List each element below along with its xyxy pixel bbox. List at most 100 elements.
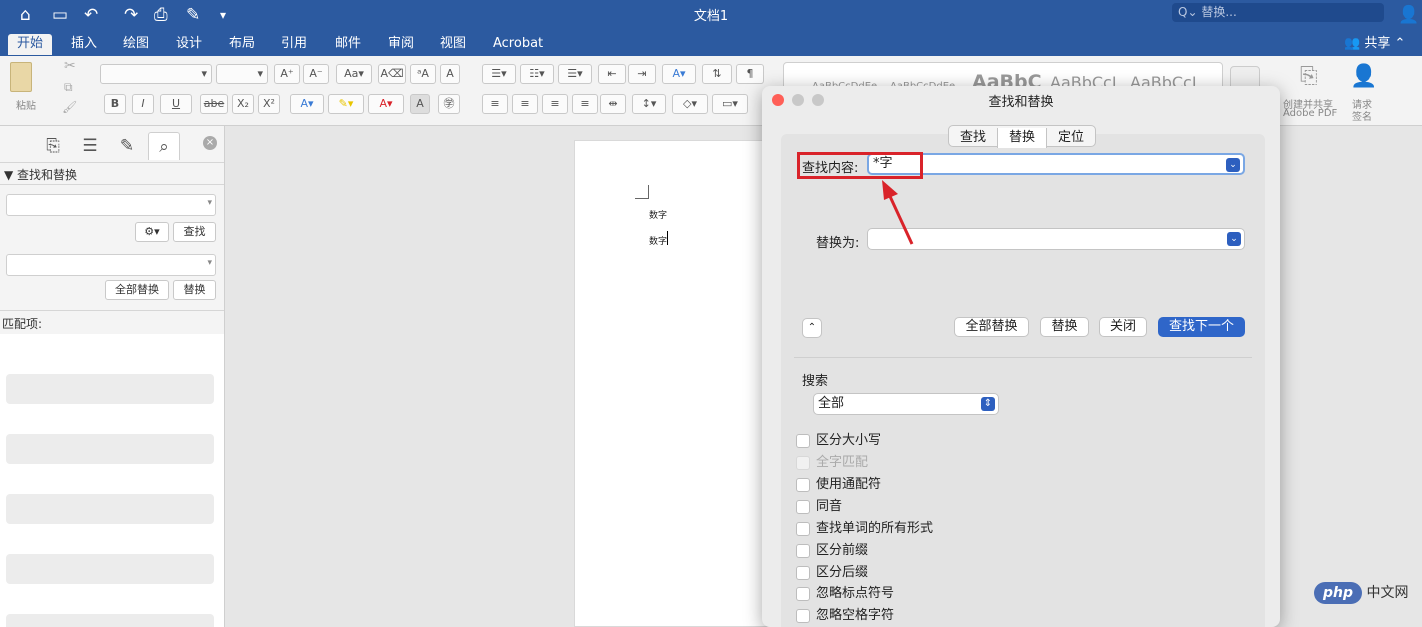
italic-button[interactable]: I xyxy=(132,94,154,114)
align-center-button[interactable]: ≡ xyxy=(512,94,538,114)
char-shading-button[interactable]: A xyxy=(410,94,430,114)
tab-mailings[interactable]: 邮件 xyxy=(326,34,370,55)
bullets-button[interactable]: ☰▾ xyxy=(482,64,516,84)
option-wildcards[interactable]: 使用通配符 xyxy=(796,477,881,495)
checkbox[interactable] xyxy=(796,434,810,448)
search-scope-select[interactable]: 全部 ⇕ xyxy=(813,393,999,415)
tab-design[interactable]: 设计 xyxy=(167,34,211,55)
document-line-2[interactable]: 数字 xyxy=(649,234,667,247)
shading-button[interactable]: ◇▾ xyxy=(672,94,708,114)
chevron-down-icon[interactable]: ⌄ xyxy=(1226,158,1240,172)
sidebar-find-button[interactable]: 查找 xyxy=(173,222,216,242)
search-input[interactable]: Q⌄ 替换... xyxy=(1172,3,1384,22)
line-spacing-button[interactable]: ↕▾ xyxy=(632,94,666,114)
chevron-down-icon[interactable]: ⌄ xyxy=(1227,232,1241,246)
font-size-select[interactable]: ▾ xyxy=(216,64,268,84)
replace-button[interactable]: 替换 xyxy=(1040,317,1089,337)
find-replace-section-title[interactable]: ▼ 查找和替换 xyxy=(4,166,77,183)
numbering-button[interactable]: ☷▾ xyxy=(520,64,554,84)
tab-draw[interactable]: 绘图 xyxy=(114,34,158,55)
shrink-font-button[interactable]: A⁻ xyxy=(303,64,329,84)
tab-acrobat[interactable]: Acrobat xyxy=(484,34,552,55)
font-color-button[interactable]: A▾ xyxy=(368,94,404,114)
tab-find[interactable]: 查找 xyxy=(949,128,997,148)
superscript-button[interactable]: X² xyxy=(258,94,280,114)
option-match-case[interactable]: 区分大小写 xyxy=(796,433,881,451)
checkbox[interactable] xyxy=(796,544,810,558)
phonetic-guide-button[interactable]: ᵃA xyxy=(410,64,436,84)
option-all-word-forms[interactable]: 查找单词的所有形式 xyxy=(796,521,933,539)
clipboard-icon[interactable] xyxy=(10,62,32,92)
option-ignore-punctuation[interactable]: 忽略标点符号 xyxy=(796,586,895,604)
close-button[interactable]: 关闭 xyxy=(1099,317,1147,337)
checkbox[interactable] xyxy=(796,609,810,623)
document-page[interactable]: 数字 数字 xyxy=(574,140,774,627)
justify-button[interactable]: ≡ xyxy=(572,94,598,114)
list-item xyxy=(6,614,214,627)
asian-layout-button[interactable]: A▾ xyxy=(662,64,696,84)
enclose-char-button[interactable]: ㊫ xyxy=(438,94,460,114)
replace-input[interactable]: ⌄ xyxy=(867,228,1245,250)
decrease-indent-button[interactable]: ⇤ xyxy=(598,64,626,84)
grow-font-button[interactable]: A⁺ xyxy=(274,64,300,84)
subscript-button[interactable]: X₂ xyxy=(232,94,254,114)
checkbox[interactable] xyxy=(796,522,810,536)
align-left-button[interactable]: ≡ xyxy=(482,94,508,114)
tab-references[interactable]: 引用 xyxy=(272,34,316,55)
collapse-button[interactable]: ⌃ xyxy=(802,318,822,338)
distributed-button[interactable]: ⇹ xyxy=(600,94,626,114)
outline-icon[interactable]: ☰ xyxy=(74,132,106,160)
tab-goto[interactable]: 定位 xyxy=(1047,128,1095,148)
multilevel-list-button[interactable]: ☰▾ xyxy=(558,64,592,84)
format-painter-icon[interactable]: 🖌 xyxy=(62,100,77,114)
checkbox[interactable] xyxy=(796,587,810,601)
option-match-prefix[interactable]: 区分前缀 xyxy=(796,543,868,561)
sidebar-find-input[interactable]: ▾ xyxy=(6,194,216,216)
pages-icon[interactable]: ✎ xyxy=(111,132,143,160)
show-marks-button[interactable]: ¶ xyxy=(736,64,764,84)
checkbox[interactable] xyxy=(796,500,810,514)
bold-button[interactable]: B xyxy=(104,94,126,114)
checkbox[interactable] xyxy=(796,478,810,492)
document-line-1[interactable]: 数字 xyxy=(649,208,667,221)
change-case-button[interactable]: Aa▾ xyxy=(336,64,372,84)
account-icon[interactable]: 👤 xyxy=(1398,4,1419,26)
close-icon[interactable]: × xyxy=(203,136,217,150)
checkbox[interactable] xyxy=(796,566,810,580)
request-sign-icon[interactable]: 👤 xyxy=(1350,64,1377,89)
tab-home[interactable]: 开始 xyxy=(8,34,53,55)
option-match-suffix[interactable]: 区分后缀 xyxy=(796,565,868,583)
option-sounds-like[interactable]: 同音 xyxy=(796,499,842,517)
align-right-button[interactable]: ≡ xyxy=(542,94,568,114)
char-border-button[interactable]: A xyxy=(440,64,460,84)
clear-format-button[interactable]: A⌫ xyxy=(378,64,406,84)
highlight-button[interactable]: ✎▾ xyxy=(328,94,364,114)
tab-review[interactable]: 审阅 xyxy=(379,34,423,55)
share-button[interactable]: 👥 共享 ⌃ xyxy=(1344,34,1405,54)
text-effects-button[interactable]: A▾ xyxy=(290,94,324,114)
tab-view[interactable]: 视图 xyxy=(431,34,475,55)
sort-button[interactable]: ⇅ xyxy=(702,64,732,84)
strikethrough-button[interactable]: abe xyxy=(200,94,228,114)
borders-button[interactable]: ▭▾ xyxy=(712,94,748,114)
tab-insert[interactable]: 插入 xyxy=(62,34,106,55)
tab-replace[interactable]: 替换 xyxy=(997,128,1048,148)
increase-indent-button[interactable]: ⇥ xyxy=(628,64,656,84)
sidebar-replace-input[interactable]: ▾ xyxy=(6,254,216,276)
adobe-pdf-icon[interactable]: ⎘ xyxy=(1300,64,1318,89)
search-icon[interactable]: ⌕ xyxy=(148,132,180,160)
font-family-select[interactable]: ▾ xyxy=(100,64,212,84)
find-next-button[interactable]: 查找下一个 xyxy=(1158,317,1245,337)
search-options-button[interactable]: ⚙▾ xyxy=(135,222,169,242)
thumbnails-icon[interactable]: ⎘ xyxy=(37,132,69,160)
copy-icon[interactable]: ⧉ xyxy=(64,80,73,95)
scissors-icon[interactable]: ✂ xyxy=(64,58,76,74)
underline-button[interactable]: U xyxy=(160,94,192,114)
option-label: 忽略标点符号 xyxy=(816,586,895,601)
tab-layout[interactable]: 布局 xyxy=(220,34,264,55)
option-ignore-whitespace[interactable]: 忽略空格字符 xyxy=(796,608,894,626)
sidebar-replace-all-button[interactable]: 全部替换 xyxy=(105,280,169,300)
replace-all-button[interactable]: 全部替换 xyxy=(954,317,1029,337)
find-input[interactable]: *字 ⌄ xyxy=(867,153,1245,175)
sidebar-replace-button[interactable]: 替换 xyxy=(173,280,216,300)
